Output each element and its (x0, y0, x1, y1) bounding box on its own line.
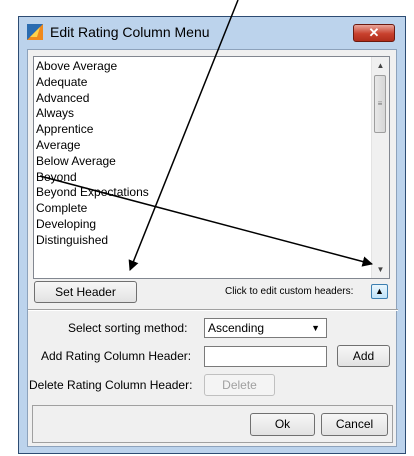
edit-custom-headers-button[interactable]: ▲ (371, 284, 388, 299)
dialog-client: Above Average Adequate Advanced Always Appre… (27, 49, 398, 447)
rating-list: Above Average Adequate Advanced Always Appre… (36, 59, 376, 249)
divider (28, 309, 398, 311)
sorting-select[interactable]: Ascending ▼ (204, 318, 327, 338)
ok-button[interactable]: Ok (250, 413, 315, 436)
window-title: Edit Rating Column Menu (50, 24, 210, 40)
list-item[interactable]: Beyond Expectations (36, 185, 376, 201)
scroll-thumb[interactable]: ≡ (374, 75, 386, 133)
list-item[interactable]: Apprentice (36, 122, 376, 138)
app-icon (27, 24, 43, 40)
list-item[interactable]: Complete (36, 201, 376, 217)
add-button[interactable]: Add (337, 345, 390, 367)
list-item[interactable]: Below Average (36, 154, 376, 170)
sorting-value: Ascending (208, 321, 265, 335)
vertical-scrollbar[interactable]: ▲ ≡ ▼ (371, 57, 389, 278)
custom-headers-hint: Click to edit custom headers: (225, 286, 354, 297)
list-item[interactable]: Above Average (36, 59, 376, 75)
rating-listbox[interactable]: Above Average Adequate Advanced Always Appre… (33, 56, 390, 279)
chevron-up-icon[interactable]: ▲ (372, 57, 389, 74)
grip-icon: ≡ (377, 99, 383, 108)
add-header-input[interactable] (204, 346, 327, 367)
close-button[interactable]: ✕ (353, 24, 395, 42)
set-header-button[interactable]: Set Header (34, 281, 137, 303)
list-item[interactable]: Adequate (36, 75, 376, 91)
list-item[interactable]: Average (36, 138, 376, 154)
list-item[interactable]: Developing (36, 217, 376, 233)
sorting-label: Select sorting method: (68, 321, 188, 335)
list-item[interactable]: Always (36, 106, 376, 122)
delete-header-label: Delete Rating Column Header: (29, 378, 193, 392)
chevron-down-icon[interactable]: ▼ (372, 261, 389, 278)
delete-button[interactable]: Delete (204, 374, 275, 396)
list-item[interactable]: Advanced (36, 91, 376, 107)
cancel-button[interactable]: Cancel (321, 413, 388, 436)
dialog-window: Edit Rating Column Menu ✕ Above Average A… (18, 16, 406, 454)
chevron-down-icon: ▼ (311, 323, 320, 333)
add-header-label: Add Rating Column Header: (41, 349, 192, 363)
list-item[interactable]: Distinguished (36, 233, 376, 249)
list-item[interactable]: Beyond (36, 170, 376, 186)
title-bar[interactable]: Edit Rating Column Menu ✕ (19, 17, 405, 49)
